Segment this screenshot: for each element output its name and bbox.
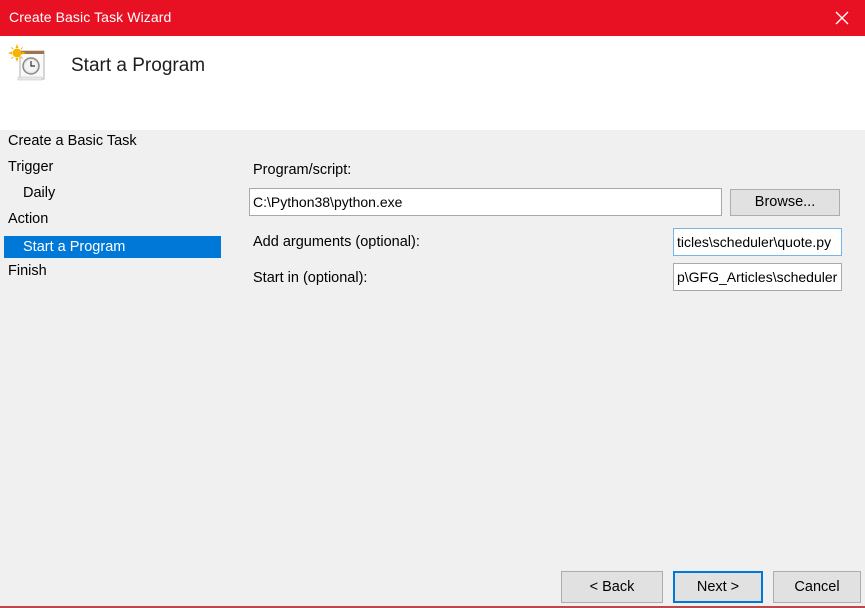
browse-button[interactable]: Browse... <box>730 189 840 216</box>
page-heading: Start a Program <box>71 55 206 76</box>
task-scheduler-clock-icon <box>8 44 45 81</box>
program-script-input[interactable]: C:\Python38\python.exe <box>249 188 722 216</box>
step-daily[interactable]: Daily <box>23 182 55 204</box>
step-start-a-program[interactable]: Start a Program <box>4 236 221 258</box>
step-create-basic-task[interactable]: Create a Basic Task <box>8 130 137 152</box>
cancel-button[interactable]: Cancel <box>773 571 861 603</box>
start-in-input[interactable]: p\GFG_Articles\scheduler <box>673 263 842 291</box>
step-action[interactable]: Action <box>8 208 48 230</box>
step-finish[interactable]: Finish <box>8 260 47 282</box>
next-button[interactable]: Next > <box>673 571 763 603</box>
add-arguments-input[interactable]: ticles\scheduler\quote.py <box>673 228 842 256</box>
title-bar: Create Basic Task Wizard <box>0 0 865 36</box>
back-button[interactable]: < Back <box>561 571 663 603</box>
close-button[interactable] <box>819 0 865 36</box>
add-arguments-label: Add arguments (optional): <box>253 234 420 250</box>
window-title: Create Basic Task Wizard <box>9 9 172 25</box>
wizard-header: Start a Program <box>0 36 865 130</box>
close-icon <box>835 11 849 25</box>
step-trigger[interactable]: Trigger <box>8 156 53 178</box>
program-script-label: Program/script: <box>253 162 352 178</box>
step-start-a-program-label: Start a Program <box>23 239 126 255</box>
start-in-label: Start in (optional): <box>253 270 368 286</box>
